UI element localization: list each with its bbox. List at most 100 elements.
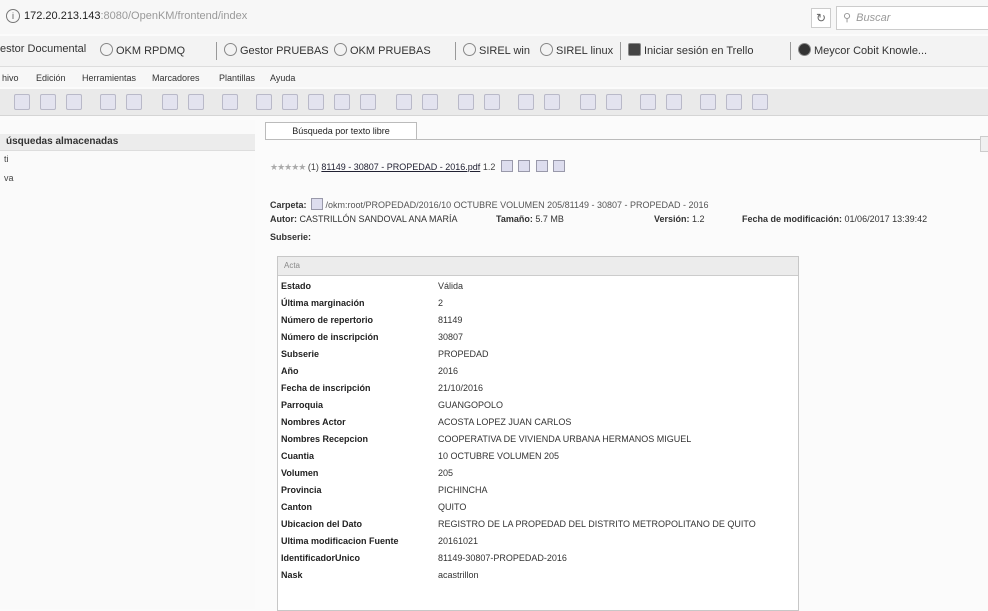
reload-icon[interactable]: ↻ bbox=[811, 8, 831, 28]
download-icon[interactable] bbox=[500, 160, 513, 172]
toolbar-icon[interactable] bbox=[666, 94, 682, 110]
bookmark-meycor[interactable]: Meycor Cobit Knowle... bbox=[798, 43, 927, 57]
bookmark-sirel-win[interactable]: SIREL win bbox=[463, 43, 530, 57]
stored-search-item[interactable]: ti bbox=[4, 154, 9, 164]
toolbar-icon[interactable] bbox=[282, 94, 298, 110]
version-line: Versión: 1.2 bbox=[654, 214, 705, 224]
toolbar-icon[interactable] bbox=[458, 94, 474, 110]
search-placeholder: Buscar bbox=[856, 12, 891, 24]
preview-icon[interactable] bbox=[535, 160, 548, 172]
stored-searches-header[interactable]: úsquedas almacenadas bbox=[0, 134, 255, 151]
toolbar-icon[interactable] bbox=[518, 94, 534, 110]
rating-stars[interactable]: ★★★★★ bbox=[270, 162, 306, 172]
toolbar-icon[interactable] bbox=[580, 94, 596, 110]
property-row: Ubicacion del Dato REGISTRO DE LA PROPEDA… bbox=[278, 517, 798, 533]
property-value: 81149 bbox=[438, 315, 463, 325]
menu-ayuda[interactable]: Ayuda bbox=[270, 73, 295, 83]
toolbar-icon[interactable] bbox=[700, 94, 716, 110]
property-row: Provincia PICHINCHA bbox=[278, 483, 798, 499]
menu-plantillas[interactable]: Plantillas bbox=[219, 73, 255, 83]
bookmark-gestor-pruebas[interactable]: Gestor PRUEBAS bbox=[224, 43, 329, 57]
property-key: Nombres Actor bbox=[281, 417, 346, 427]
menu-archivo[interactable]: hivo bbox=[2, 73, 19, 83]
property-key: Subserie bbox=[281, 349, 320, 359]
menu-herramientas[interactable]: Herramientas bbox=[82, 73, 136, 83]
property-row: Fecha de inscripción 21/10/2016 bbox=[278, 381, 798, 397]
toolbar-icon[interactable] bbox=[606, 94, 622, 110]
browser-search-input[interactable]: ⚲ Buscar bbox=[836, 6, 988, 30]
menu-marcadores[interactable]: Marcadores bbox=[152, 73, 200, 83]
panel-scroll-button[interactable] bbox=[980, 136, 988, 152]
tab-full-text-search[interactable]: Búsqueda por texto libre bbox=[265, 122, 417, 139]
divider bbox=[216, 42, 217, 60]
toolbar-icon[interactable] bbox=[308, 94, 324, 110]
size-line: Tamaño: 5.7 MB bbox=[496, 214, 564, 224]
toolbar-icon[interactable] bbox=[334, 94, 350, 110]
toolbar-icon[interactable] bbox=[360, 94, 376, 110]
result-version: 1.2 bbox=[482, 162, 496, 172]
toolbar-icon[interactable] bbox=[126, 94, 142, 110]
document-icon[interactable] bbox=[518, 160, 531, 172]
author-line: Autor: CASTRILLÓN SANDOVAL ANA MARÍA bbox=[270, 214, 458, 224]
toolbar-icon[interactable] bbox=[14, 94, 30, 110]
toolbar-icon[interactable] bbox=[188, 94, 204, 110]
toolbar-icon[interactable] bbox=[422, 94, 438, 110]
property-key: Provincia bbox=[281, 485, 322, 495]
property-row: Volumen 205 bbox=[278, 466, 798, 482]
toolbar-icon[interactable] bbox=[752, 94, 768, 110]
globe-icon bbox=[334, 43, 347, 56]
toolbar-icon[interactable] bbox=[396, 94, 412, 110]
property-value: 2016 bbox=[438, 366, 459, 376]
bookmark-okm-pruebas[interactable]: OKM PRUEBAS bbox=[334, 43, 431, 57]
author-label: Autor: bbox=[270, 214, 297, 224]
property-key: Última marginación bbox=[281, 298, 365, 308]
bookmark-label: Iniciar sesión en Trello bbox=[644, 45, 754, 57]
toolbar-icon[interactable] bbox=[484, 94, 500, 110]
view-icon[interactable] bbox=[553, 160, 566, 172]
globe-icon bbox=[463, 43, 476, 56]
property-row: Nask acastrillon bbox=[278, 568, 798, 584]
property-key: Fecha de inscripción bbox=[281, 383, 371, 393]
bookmark-label: OKM PRUEBAS bbox=[350, 45, 431, 57]
property-value: PICHINCHA bbox=[438, 485, 488, 495]
menu-bar bbox=[0, 67, 988, 87]
document-link[interactable]: 81149 - 30807 - PROPEDAD - 2016.pdf bbox=[321, 162, 480, 172]
property-value: 10 OCTUBRE VOLUMEN 205 bbox=[438, 451, 560, 461]
modified-value: 01/06/2017 13:39:42 bbox=[844, 214, 928, 224]
folder-path[interactable]: /okm:root/PROPEDAD/2016/10 OCTUBRE VOLUM… bbox=[326, 200, 709, 210]
url-path: :8080/OpenKM/frontend/index bbox=[100, 10, 248, 22]
search-icon: ⚲ bbox=[843, 12, 852, 24]
menu-edicion[interactable]: Edición bbox=[36, 73, 66, 83]
bookmark-label: estor Documental bbox=[0, 43, 87, 55]
property-key: Número de repertorio bbox=[281, 315, 374, 325]
subserie-label: Subserie: bbox=[270, 232, 312, 242]
toolbar-icon[interactable] bbox=[66, 94, 82, 110]
property-value: Válida bbox=[438, 281, 464, 291]
bookmark-gestor-documental[interactable]: estor Documental bbox=[0, 43, 86, 55]
author-value: CASTRILLÓN SANDOVAL ANA MARÍA bbox=[299, 214, 458, 224]
property-row: Nombres Actor ACOSTA LOPEZ JUAN CARLOS bbox=[278, 415, 798, 431]
toolbar-icon[interactable] bbox=[640, 94, 656, 110]
toolbar-icon[interactable] bbox=[222, 94, 238, 110]
bookmark-sirel-linux[interactable]: SIREL linux bbox=[540, 43, 613, 57]
property-key: Estado bbox=[281, 281, 312, 291]
globe-icon bbox=[224, 43, 237, 56]
bookmark-okm-rpdmq[interactable]: OKM RPDMQ bbox=[100, 43, 185, 57]
property-key: IdentificadorUnico bbox=[281, 553, 361, 563]
toolbar-icon[interactable] bbox=[256, 94, 272, 110]
property-key: Cuantia bbox=[281, 451, 315, 461]
folder-icon bbox=[311, 198, 324, 210]
bookmark-trello[interactable]: Iniciar sesión en Trello bbox=[628, 43, 753, 57]
url-field[interactable]: i 172.20.213.143:8080/OpenKM/frontend/ind… bbox=[6, 9, 247, 23]
properties-group-header[interactable]: Acta bbox=[278, 257, 798, 276]
toolbar-icon[interactable] bbox=[726, 94, 742, 110]
toolbar-icon[interactable] bbox=[100, 94, 116, 110]
stored-search-item[interactable]: va bbox=[4, 173, 14, 183]
toolbar-icon[interactable] bbox=[544, 94, 560, 110]
toolbar-icon[interactable] bbox=[40, 94, 56, 110]
globe-icon bbox=[100, 43, 113, 56]
toolbar-icon[interactable] bbox=[162, 94, 178, 110]
info-icon[interactable]: i bbox=[6, 9, 20, 23]
property-value: PROPEDAD bbox=[438, 349, 489, 359]
property-value: REGISTRO DE LA PROPEDAD DEL DISTRITO MET… bbox=[438, 519, 756, 529]
